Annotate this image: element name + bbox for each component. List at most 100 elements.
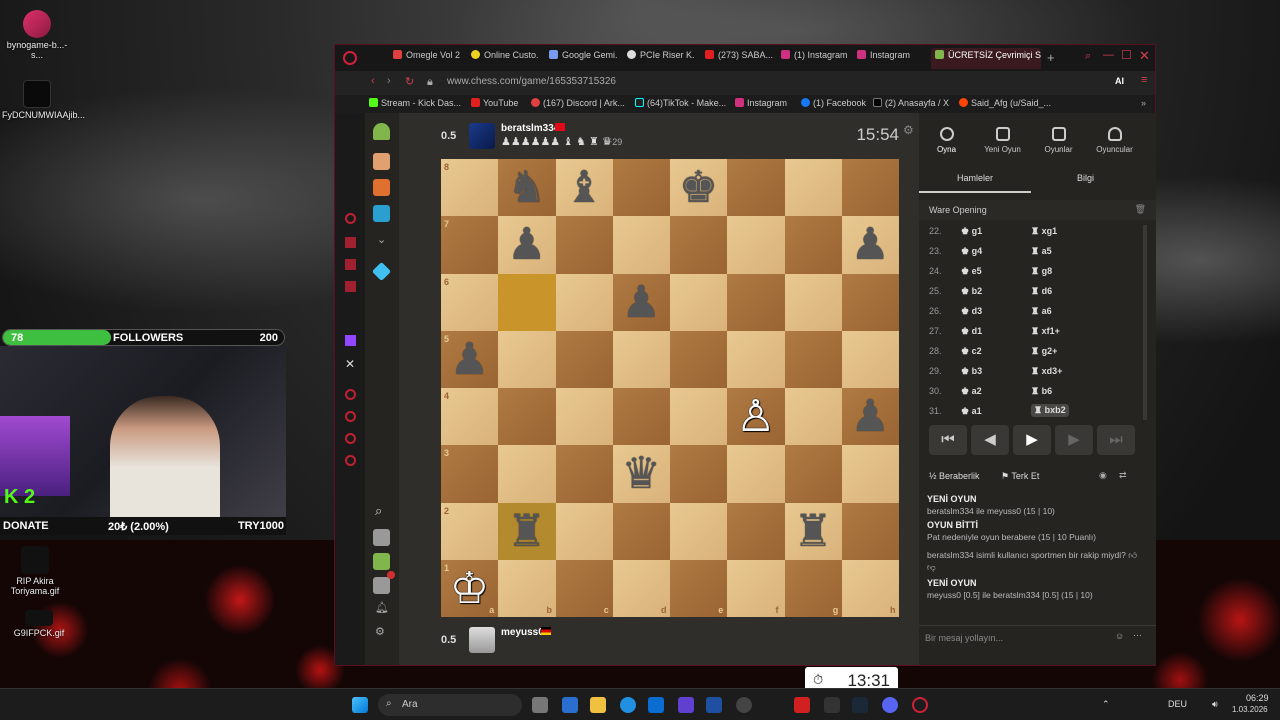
white-move[interactable]: ♚ g4 (961, 246, 982, 257)
steam-icon[interactable] (852, 697, 868, 713)
rematch-icon[interactable]: ⇄ (1119, 470, 1127, 481)
piece-black-b8[interactable]: ♞ (498, 159, 555, 216)
piece-black-e8[interactable]: ♚ (670, 159, 727, 216)
square-f5[interactable] (727, 330, 785, 388)
desktop-icon-bynogame[interactable]: bynogame-b...-s... (2, 10, 72, 60)
chess-logo-icon[interactable] (373, 123, 390, 140)
white-move[interactable]: ♚ d1 (961, 326, 982, 337)
square-g6[interactable] (784, 273, 842, 331)
search-tabs-icon[interactable]: ⌕ (1085, 50, 1091, 63)
piece-white-a1[interactable]: ♔ (441, 560, 498, 617)
bookmark-youtube[interactable]: YouTube (471, 98, 518, 108)
piece-black-b2[interactable]: ♜ (498, 503, 555, 560)
sidebar-icon-4[interactable] (345, 281, 356, 292)
sidebar-icon-2[interactable] (345, 237, 356, 248)
white-move[interactable]: ♚ e5 (961, 266, 982, 277)
steam-like-icon[interactable] (736, 697, 752, 713)
square-a4[interactable] (441, 388, 499, 446)
play-moves-button[interactable]: ▶ (1013, 425, 1051, 455)
reload-icon[interactable]: ↻ (405, 75, 414, 88)
discord-icon[interactable] (882, 697, 898, 713)
tab-omegle[interactable]: Omegle Vol 2 (393, 50, 461, 67)
resign-button[interactable]: ⚑ Terk Et (1001, 471, 1039, 482)
bookmark-facebook[interactable]: (1) Facebook (801, 98, 866, 108)
square-f8[interactable] (727, 159, 785, 217)
white-move[interactable]: ♚ b3 (961, 366, 982, 377)
piece-black-h4[interactable]: ♟ (842, 388, 899, 445)
x-icon[interactable]: ✕ (345, 357, 355, 371)
store-icon[interactable] (648, 697, 664, 713)
piece-black-d3[interactable]: ♛ (613, 445, 670, 502)
white-move[interactable]: ♚ a2 (961, 386, 982, 397)
square-a2[interactable] (441, 502, 499, 560)
square-a7[interactable] (441, 216, 499, 274)
chat-input[interactable]: Bir mesaj yollayın... ☺ ⋯ (919, 625, 1156, 649)
taskbar-search[interactable]: ⌕ Ara (378, 694, 522, 716)
app-icon-2[interactable] (706, 697, 722, 713)
twitch-icon[interactable] (345, 335, 356, 346)
move-list-scrollbar[interactable] (1143, 225, 1147, 420)
history-icon[interactable] (345, 389, 356, 400)
learn-icon[interactable] (373, 205, 390, 222)
friends-icon[interactable] (373, 553, 390, 570)
file-explorer-icon[interactable] (590, 697, 606, 713)
edge-icon[interactable] (620, 697, 636, 713)
search-icon[interactable]: ⌕ (375, 503, 382, 519)
maximize-icon[interactable]: ☐ (1121, 48, 1132, 62)
square-e6[interactable] (670, 273, 728, 331)
square-d7[interactable] (612, 216, 670, 274)
profile-icon[interactable] (373, 529, 390, 546)
square-e5[interactable] (670, 330, 728, 388)
square-c3[interactable] (555, 445, 613, 503)
square-h8[interactable] (841, 159, 899, 217)
square-c6[interactable] (555, 273, 613, 331)
tab-youtube[interactable]: (273) SABA... (705, 50, 773, 67)
opera-icon[interactable] (912, 697, 928, 713)
back-icon[interactable]: ‹ (371, 75, 375, 87)
square-a3[interactable] (441, 445, 499, 503)
desktop-icon-gif[interactable]: G9IFPCK.gif (4, 610, 74, 638)
last-move-button[interactable]: ⏭ (1097, 425, 1135, 455)
white-move[interactable]: ♚ d3 (961, 306, 982, 317)
square-c2[interactable] (555, 502, 613, 560)
square-d5[interactable] (612, 330, 670, 388)
close-icon[interactable]: ✕ (1139, 48, 1150, 64)
chat-icon[interactable] (345, 433, 356, 444)
square-b3[interactable] (498, 445, 556, 503)
chevron-up-icon[interactable]: ⌃ (1102, 699, 1110, 710)
square-c4[interactable] (555, 388, 613, 446)
widgets-icon[interactable] (562, 697, 578, 713)
bookmark-reddit[interactable]: Said_Afg (u/Said_... (959, 98, 1051, 108)
emoji-icon[interactable]: ☺ (1115, 631, 1124, 641)
forward-icon[interactable]: › (387, 75, 391, 87)
opera-logo-icon[interactable] (343, 51, 357, 65)
more-icon[interactable]: ⋯ (1133, 630, 1142, 641)
piece-black-a5[interactable]: ♟ (441, 331, 498, 388)
task-view-icon[interactable] (532, 697, 548, 713)
language-indicator[interactable]: DEU (1168, 699, 1187, 709)
black-move[interactable]: ♜ g2+ (1031, 346, 1057, 357)
tab-instagram-2[interactable]: Instagram (857, 50, 925, 67)
tab-play[interactable]: Oyna (919, 127, 974, 154)
square-g5[interactable] (784, 330, 842, 388)
square-c7[interactable] (555, 216, 613, 274)
tab-instagram-1[interactable]: (1) Instagram (781, 50, 849, 67)
white-move[interactable]: ♚ c2 (961, 346, 982, 357)
bookmark-x[interactable]: (2) Anasayfa / X (873, 98, 949, 108)
next-move-button[interactable]: ▶ (1055, 425, 1093, 455)
black-move[interactable]: ♜ g8 (1031, 266, 1052, 277)
square-h3[interactable] (841, 445, 899, 503)
square-b6[interactable] (498, 273, 556, 331)
bookmark-discord[interactable]: (167) Discord | Ark... (531, 98, 625, 108)
bookmark-tiktok[interactable]: (64)TikTok - Make... (635, 98, 726, 108)
black-move[interactable]: ♜ a6 (1031, 306, 1052, 317)
thumbs-up-icon[interactable]: 👍︎ (1128, 550, 1137, 560)
square-f3[interactable] (727, 445, 785, 503)
square-g4[interactable] (784, 388, 842, 446)
square-h5[interactable] (841, 330, 899, 388)
analysis-icon[interactable]: ◉ (1099, 470, 1107, 481)
bookmark-instagram[interactable]: Instagram (735, 98, 787, 108)
mail-icon[interactable] (373, 577, 390, 594)
piece-black-g2[interactable]: ♜ (785, 503, 842, 560)
black-move[interactable]: ♜ bxb2 (1031, 404, 1069, 417)
